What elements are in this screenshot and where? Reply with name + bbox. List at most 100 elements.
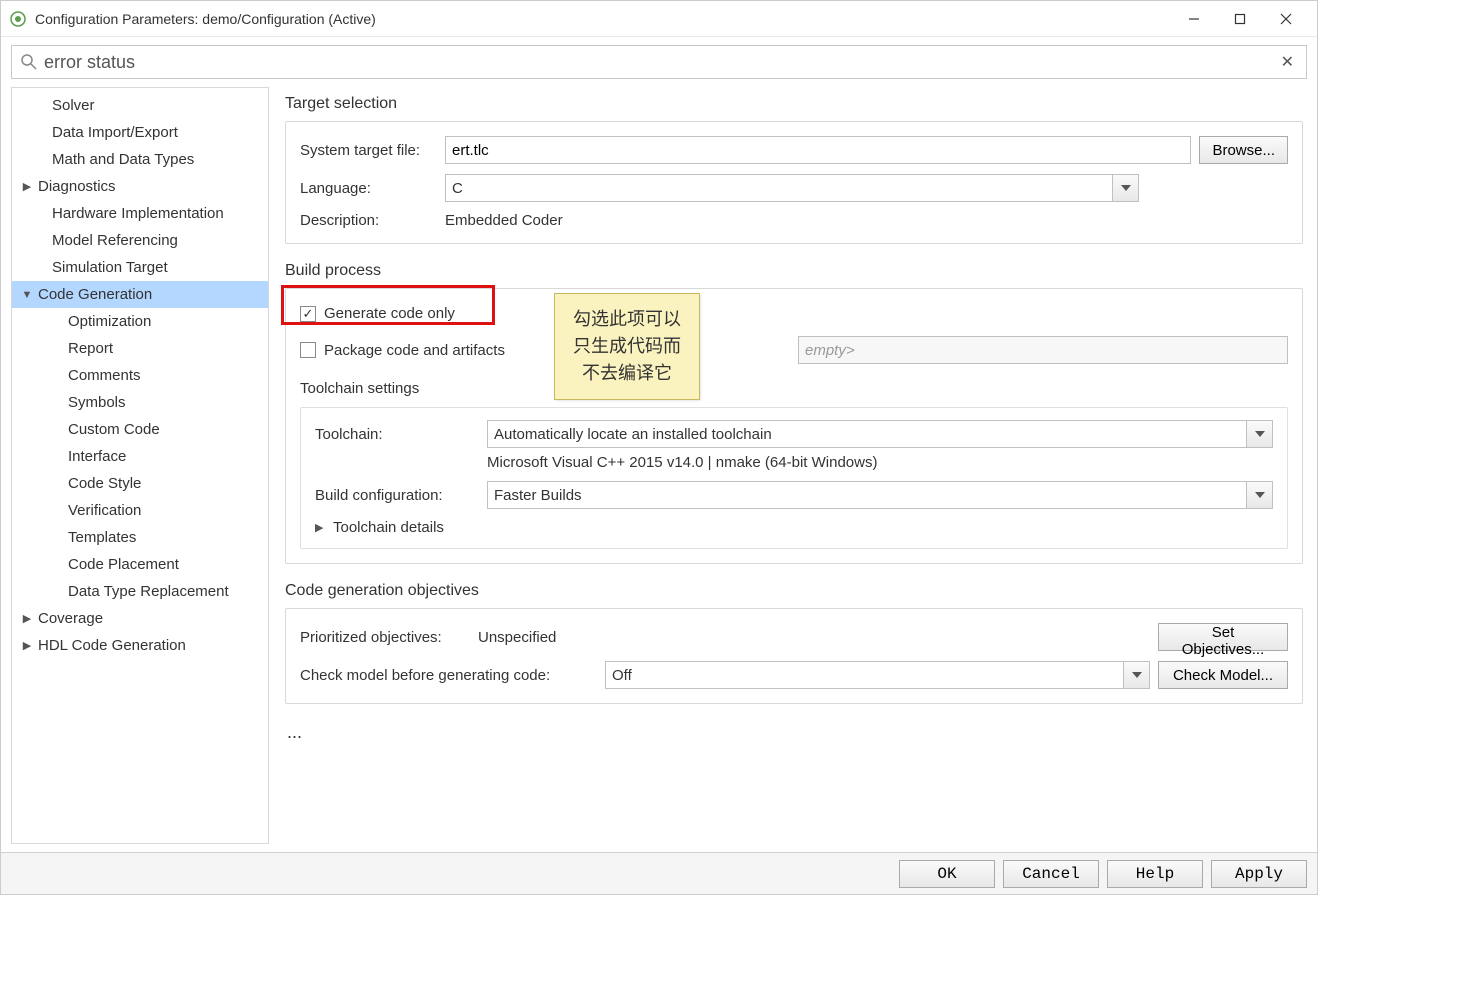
cancel-button[interactable]: Cancel [1003,860,1099,888]
search-icon [20,53,38,71]
chevron-right-icon: ▶ [20,180,34,193]
system-target-file-input[interactable] [445,136,1191,164]
more-indicator[interactable]: ... [287,722,1303,743]
target-selection-group: System target file: Browse... Language: … [285,121,1303,244]
nav-item-comments[interactable]: Comments [12,362,268,389]
apply-button[interactable]: Apply [1211,860,1307,888]
nav-item-solver[interactable]: Solver [12,92,268,119]
nav-item-label: Code Style [68,475,141,492]
language-value: C [452,180,463,197]
nav-item-code-generation[interactable]: ▼ Code Generation [12,281,268,308]
nav-item-report[interactable]: Report [12,335,268,362]
nav-item-math-and-data-types[interactable]: Math and Data Types [12,146,268,173]
nav-item-label: Code Placement [68,556,179,573]
nav-item-templates[interactable]: Templates [12,524,268,551]
build-config-label: Build configuration: [315,487,487,504]
nav-item-optimization[interactable]: Optimization [12,308,268,335]
ok-button[interactable]: OK [899,860,995,888]
window-controls [1171,3,1309,35]
toolchain-select-arrow[interactable] [1247,420,1273,448]
nav-item-model-referencing[interactable]: Model Referencing [12,227,268,254]
package-code-row[interactable]: Package code and artifacts [300,336,1288,364]
window-title: Configuration Parameters: demo/Configura… [35,11,1171,27]
chevron-down-icon: ▼ [20,289,34,301]
zip-file-input[interactable] [798,336,1288,364]
chevron-right-icon: ▶ [20,612,34,625]
nav-item-label: HDL Code Generation [38,637,186,654]
language-select[interactable]: C [445,174,1113,202]
objectives-group: Prioritized objectives: Unspecified Set … [285,608,1303,704]
check-model-button[interactable]: Check Model... [1158,661,1288,689]
search-input[interactable] [44,52,1277,73]
browse-button[interactable]: Browse... [1199,136,1288,164]
maximize-button[interactable] [1217,3,1263,35]
nav-item-label: Data Type Replacement [68,583,229,600]
toolchain-details-expander[interactable]: ▶ Toolchain details [315,519,1273,536]
toolchain-select[interactable]: Automatically locate an installed toolch… [487,420,1247,448]
search-clear-icon[interactable]: ✕ [1277,52,1298,72]
nav-item-verification[interactable]: Verification [12,497,268,524]
set-objectives-button[interactable]: Set Objectives... [1158,623,1288,651]
nav-item-data-import-export[interactable]: Data Import/Export [12,119,268,146]
nav-item-symbols[interactable]: Symbols [12,389,268,416]
nav-item-coverage[interactable]: ▶ Coverage [12,605,268,632]
build-process-title: Build process [285,262,1303,280]
nav-item-label: Simulation Target [52,259,168,276]
tooltip-line3: 不去编译它 [573,360,681,387]
generate-code-only-row[interactable]: Generate code only [300,305,1288,322]
tooltip-line1: 勾选此项可以 [573,306,681,333]
package-code-checkbox[interactable] [300,342,316,358]
search-box[interactable]: ✕ [11,45,1307,79]
nav-item-diagnostics[interactable]: ▶Diagnostics [12,173,268,200]
config-window: Configuration Parameters: demo/Configura… [0,0,1318,895]
main-panel: Target selection System target file: Bro… [281,87,1307,844]
generate-code-only-checkbox[interactable] [300,306,316,322]
nav-item-label: Verification [68,502,141,519]
help-button[interactable]: Help [1107,860,1203,888]
nav-item-hdl-code-generation[interactable]: ▶ HDL Code Generation [12,632,268,659]
nav-item-label: Interface [68,448,126,465]
nav-item-label: Coverage [38,610,103,627]
build-config-select-arrow[interactable] [1247,481,1273,509]
objectives-title: Code generation objectives [285,582,1303,600]
nav-item-label: Solver [52,97,95,114]
nav-item-label: Data Import/Export [52,124,178,141]
nav-item-custom-code[interactable]: Custom Code [12,416,268,443]
check-model-select-arrow[interactable] [1124,661,1150,689]
check-model-label: Check model before generating code: [300,667,605,684]
build-process-group: Generate code only Package code and arti… [285,288,1303,564]
nav-item-code-placement[interactable]: Code Placement [12,551,268,578]
language-select-arrow[interactable] [1113,174,1139,202]
app-icon [9,10,27,28]
nav-item-label: Comments [68,367,141,384]
nav-item-label: Hardware Implementation [52,205,224,222]
check-model-value: Off [612,667,632,684]
system-target-file-label: System target file: [300,142,445,159]
search-row: ✕ [1,37,1317,87]
toolchain-desc: Microsoft Visual C++ 2015 v14.0 | nmake … [487,454,1273,471]
nav-item-label: Custom Code [68,421,160,438]
language-label: Language: [300,180,445,197]
nav-item-simulation-target[interactable]: Simulation Target [12,254,268,281]
minimize-button[interactable] [1171,3,1217,35]
nav-item-hardware-implementation[interactable]: Hardware Implementation [12,200,268,227]
target-selection-title: Target selection [285,95,1303,113]
nav-item-interface[interactable]: Interface [12,443,268,470]
tooltip-line2: 只生成代码而 [573,333,681,360]
close-button[interactable] [1263,3,1309,35]
description-label: Description: [300,212,445,229]
nav-item-label: Symbols [68,394,126,411]
build-config-select[interactable]: Faster Builds [487,481,1247,509]
chevron-right-icon: ▶ [20,639,34,652]
titlebar: Configuration Parameters: demo/Configura… [1,1,1317,37]
check-model-select[interactable]: Off [605,661,1124,689]
toolchain-settings-group: Toolchain: Automatically locate an insta… [300,407,1288,549]
nav-sidebar: Solver Data Import/Export Math and Data Ty… [11,87,269,844]
generate-code-only-label: Generate code only [324,305,455,322]
nav-item-data-type-replacement[interactable]: Data Type Replacement [12,578,268,605]
nav-item-code-style[interactable]: Code Style [12,470,268,497]
package-code-label: Package code and artifacts [324,342,505,359]
build-config-value: Faster Builds [494,487,582,504]
nav-item-label: Code Generation [38,286,152,303]
toolchain-settings-title: Toolchain settings [300,380,1288,397]
